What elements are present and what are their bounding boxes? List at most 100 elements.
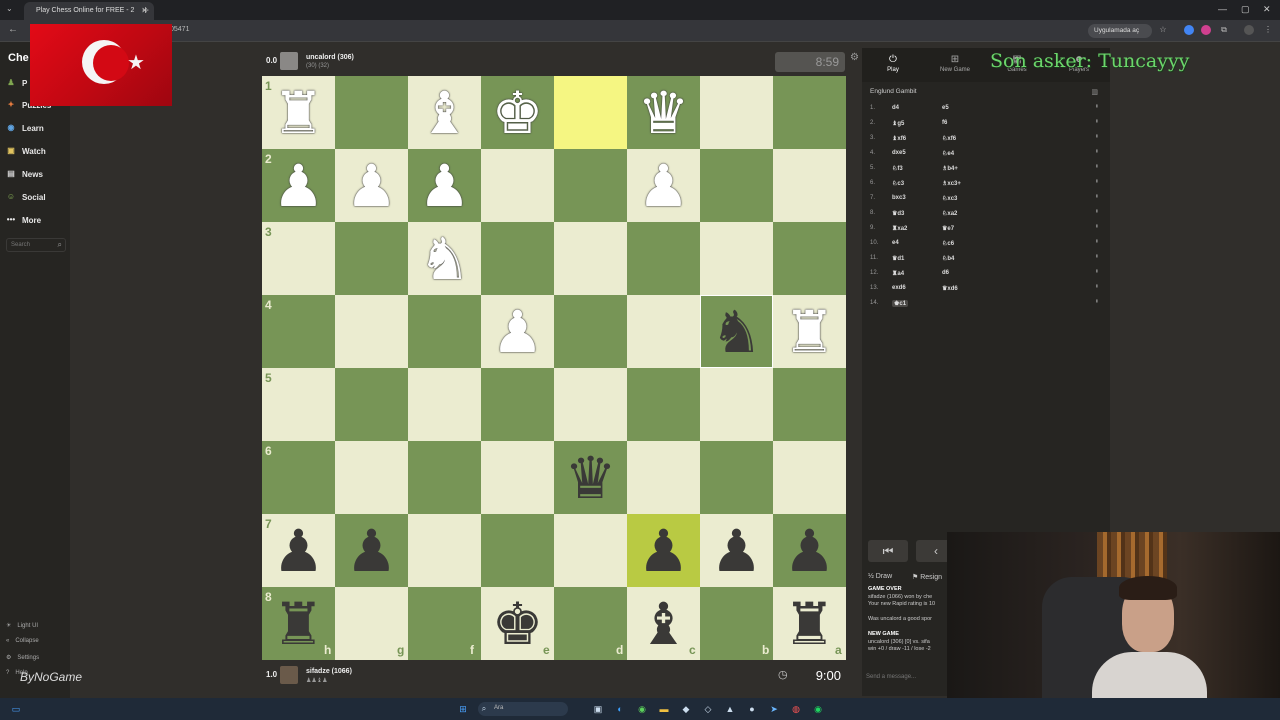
white-piece[interactable]: ♞ [408,222,481,295]
black-move[interactable]: ♘b4 [942,255,954,262]
black-piece[interactable]: ♟ [262,514,335,587]
black-move[interactable]: ♘xa2 [942,210,957,217]
folder-icon[interactable]: ▬ [658,703,670,715]
black-move[interactable]: ♘xf6 [942,135,956,142]
white-piece[interactable]: ♟ [481,295,554,368]
black-move[interactable]: ♘c6 [942,240,954,247]
spotify-icon[interactable]: ◉ [812,703,824,715]
sidebar-item-learn[interactable]: ◉ Learn [6,121,44,135]
black-move[interactable]: f6 [942,120,947,126]
app-icon[interactable]: ● [746,703,758,715]
black-piece[interactable]: ♟ [700,514,773,587]
board-square[interactable] [481,149,554,222]
white-move[interactable]: dxe5 [892,150,906,156]
white-move[interactable]: bxc3 [892,195,906,201]
edge-icon[interactable]: ◐ [614,703,626,715]
board-square[interactable] [554,514,627,587]
board-square[interactable] [554,149,627,222]
white-move[interactable]: d4 [892,105,899,111]
white-piece[interactable]: ♟ [627,149,700,222]
minimize-icon[interactable]: — [1218,4,1227,14]
white-piece[interactable]: ♟ [262,149,335,222]
start-icon[interactable]: ⊞ [457,703,469,715]
white-move[interactable]: ♛d3 [892,210,904,217]
app-icon[interactable]: ◇ [702,703,714,715]
board-square[interactable] [700,368,773,441]
white-move[interactable]: ♘c3 [892,180,904,187]
sidebar-item-watch[interactable]: ▣ Watch [6,144,45,158]
board-square[interactable] [554,295,627,368]
sidebar-item-social[interactable]: ☺ Social [6,190,46,204]
star-icon[interactable]: ☆ [1158,25,1168,35]
white-move[interactable]: ♜a4 [892,270,904,277]
white-move[interactable]: ♚c1 [892,300,909,307]
maximize-icon[interactable]: ▢ [1241,4,1250,15]
black-move[interactable]: ♘e4 [942,150,954,157]
collapse-button[interactable]: « Collapse [6,638,39,644]
board-square[interactable] [335,76,408,149]
white-move[interactable]: e4 [892,240,899,246]
white-move[interactable]: ♘f3 [892,165,903,172]
settings-button[interactable]: ⚙ Settings [6,654,39,662]
white-move[interactable]: ♝g5 [892,120,904,127]
app-icon[interactable]: ▲ [724,703,736,715]
black-move[interactable]: ♗b4+ [942,165,958,172]
white-piece[interactable]: ♟ [408,149,481,222]
chess-logo[interactable]: Che [8,52,29,64]
black-move[interactable]: d6 [942,270,949,276]
sidebar-item-play[interactable]: ♟ P [6,76,27,90]
white-piece[interactable]: ♜ [262,76,335,149]
board-square[interactable] [700,76,773,149]
board-square[interactable] [627,222,700,295]
board-square[interactable] [554,368,627,441]
opening-name[interactable]: Englund Gambit [870,88,917,95]
black-move[interactable]: e5 [942,105,949,111]
board-square[interactable] [773,76,846,149]
taskbar-search[interactable]: Ara [478,702,568,716]
task-view-icon[interactable]: ▣ [592,703,604,715]
tab-new-game[interactable]: ⊞ New Game [924,54,986,73]
extensions-icon[interactable]: ⧉ [1219,25,1229,35]
black-move[interactable]: ♗xc3+ [942,180,961,187]
draw-button[interactable]: ½ Draw [868,573,892,580]
board-square[interactable] [335,368,408,441]
board-square[interactable] [408,368,481,441]
app-icon[interactable]: ◍ [790,703,802,715]
board-square[interactable] [408,514,481,587]
board-square[interactable] [335,295,408,368]
black-piece[interactable]: ♜ [262,587,335,660]
white-move[interactable]: exd6 [892,285,906,291]
board-square[interactable] [554,76,627,149]
sidebar-search-input[interactable]: Search ⌕ [6,238,66,252]
black-piece[interactable]: ♟ [335,514,408,587]
board-square[interactable] [627,441,700,514]
black-piece[interactable]: ♟ [773,514,846,587]
board-square[interactable] [773,149,846,222]
chess-board[interactable]: 1 2 3 4 5 6 7 8 h g f e d c b a ♜ ♝ ♚ ♛ ♟ ♟ ♟ ♟ ♞ ♟ ♜ ♞ ♛ ♟ ♟ ♟ ♟ ♟ ♜ ♚ ♝ ♜ [262,76,846,660]
sidebar-item-news[interactable]: ▤ News [6,167,43,181]
board-square[interactable] [262,368,335,441]
board-square[interactable] [262,295,335,368]
new-tab-icon[interactable]: + [142,3,149,17]
board-square[interactable] [700,222,773,295]
board-square[interactable] [335,441,408,514]
board-square[interactable] [481,441,554,514]
widgets-icon[interactable]: ▭ [10,703,22,715]
profile-icon[interactable] [1244,25,1254,35]
board-square[interactable] [262,222,335,295]
top-player-name[interactable]: uncalord (306) [306,54,354,61]
black-piece[interactable]: ♚ [481,587,554,660]
board-square[interactable] [335,222,408,295]
board-square[interactable] [700,149,773,222]
board-square[interactable] [481,368,554,441]
board-square[interactable] [481,514,554,587]
black-piece[interactable]: ♟ [627,514,700,587]
board-square[interactable] [773,368,846,441]
white-piece[interactable]: ♝ [408,76,481,149]
chrome-icon[interactable]: ◉ [636,703,648,715]
board-square[interactable] [408,441,481,514]
browser-tab[interactable]: Play Chess Online for FREE - 2 ✕ [24,2,154,20]
chat-input[interactable]: Send a message... [866,674,916,680]
url-text[interactable]: 05471 [170,26,189,33]
board-square[interactable] [627,295,700,368]
